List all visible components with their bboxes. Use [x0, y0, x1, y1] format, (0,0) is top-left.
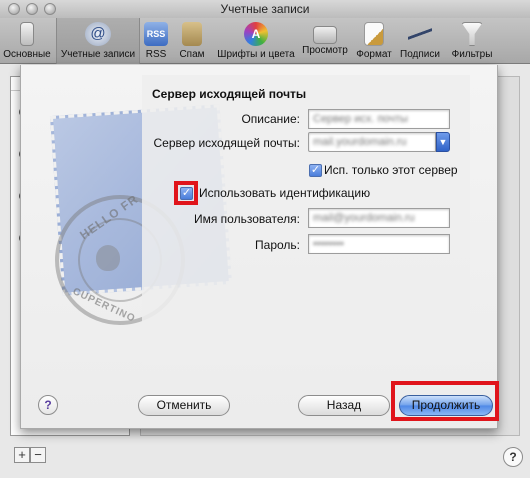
back-button[interactable]: Назад [298, 395, 390, 416]
only-this-server-label: Исп. только этот сервер [324, 163, 458, 177]
view-icon [313, 26, 337, 44]
toolbar-item-junk[interactable]: Спам [176, 18, 208, 64]
pen-icon [364, 22, 384, 46]
only-this-server-checkbox[interactable]: ✓ [309, 164, 322, 177]
server-combobox[interactable]: mail.yourdomain.ru [308, 132, 436, 152]
trash-icon [182, 22, 202, 46]
rss-icon: RSS [144, 22, 168, 46]
title-bar: Учетные записи [0, 0, 530, 18]
server-value: mail.yourdomain.ru [313, 136, 407, 148]
description-label: Описание: [241, 112, 300, 126]
font-icon: A [244, 22, 268, 46]
signature-icon [408, 22, 432, 46]
apple-logo-icon [96, 245, 120, 271]
window-title: Учетные записи [220, 2, 310, 16]
toolbar-item-viewing[interactable]: Просмотр [300, 18, 350, 64]
preferences-toolbar: Основные @ Учетные записи RSS RSS Спам A… [0, 18, 530, 64]
toolbar-item-general[interactable]: Основные [2, 18, 52, 64]
remove-account-button[interactable]: − [30, 447, 46, 463]
description-value: Сервер исх. почты [313, 113, 408, 125]
minimize-window-button[interactable] [26, 3, 38, 15]
password-field[interactable]: •••••••• [308, 234, 450, 254]
use-auth-label: Использовать идентификацию [199, 186, 371, 200]
toolbar-item-rss[interactable]: RSS RSS [142, 18, 170, 64]
password-value: •••••••• [313, 238, 344, 250]
sheet-heading: Сервер исходящей почты [152, 87, 307, 101]
username-value: mail@yourdomain.ru [313, 212, 415, 224]
chevron-down-icon[interactable]: ▼ [436, 132, 450, 152]
username-label: Имя пользователя: [193, 212, 300, 226]
toolbar-item-accounts[interactable]: @ Учетные записи [56, 18, 140, 64]
help-button[interactable]: ? [503, 447, 523, 467]
sheet-help-button[interactable]: ? [38, 395, 58, 415]
switch-icon [20, 22, 34, 46]
zoom-window-button[interactable] [44, 3, 56, 15]
toolbar-item-composing[interactable]: Формат [352, 18, 396, 64]
username-field[interactable]: mail@yourdomain.ru [308, 208, 450, 228]
toolbar-item-fonts-colors[interactable]: A Шрифты и цвета [214, 18, 298, 64]
use-auth-checkbox[interactable]: ✓ [180, 187, 193, 200]
add-account-button[interactable]: + [14, 447, 30, 463]
description-field[interactable]: Сервер исх. почты [308, 109, 450, 129]
toolbar-item-rules[interactable]: Фильтры [446, 18, 498, 64]
filter-icon [461, 22, 483, 46]
cancel-button[interactable]: Отменить [138, 395, 230, 416]
password-label: Пароль: [255, 238, 300, 252]
close-window-button[interactable] [8, 3, 20, 15]
server-label: Сервер исходящей почты: [153, 136, 300, 150]
continue-button[interactable]: Продолжить [399, 395, 493, 416]
toolbar-item-signatures[interactable]: Подписи [398, 18, 442, 64]
at-sign-icon: @ [85, 22, 111, 46]
